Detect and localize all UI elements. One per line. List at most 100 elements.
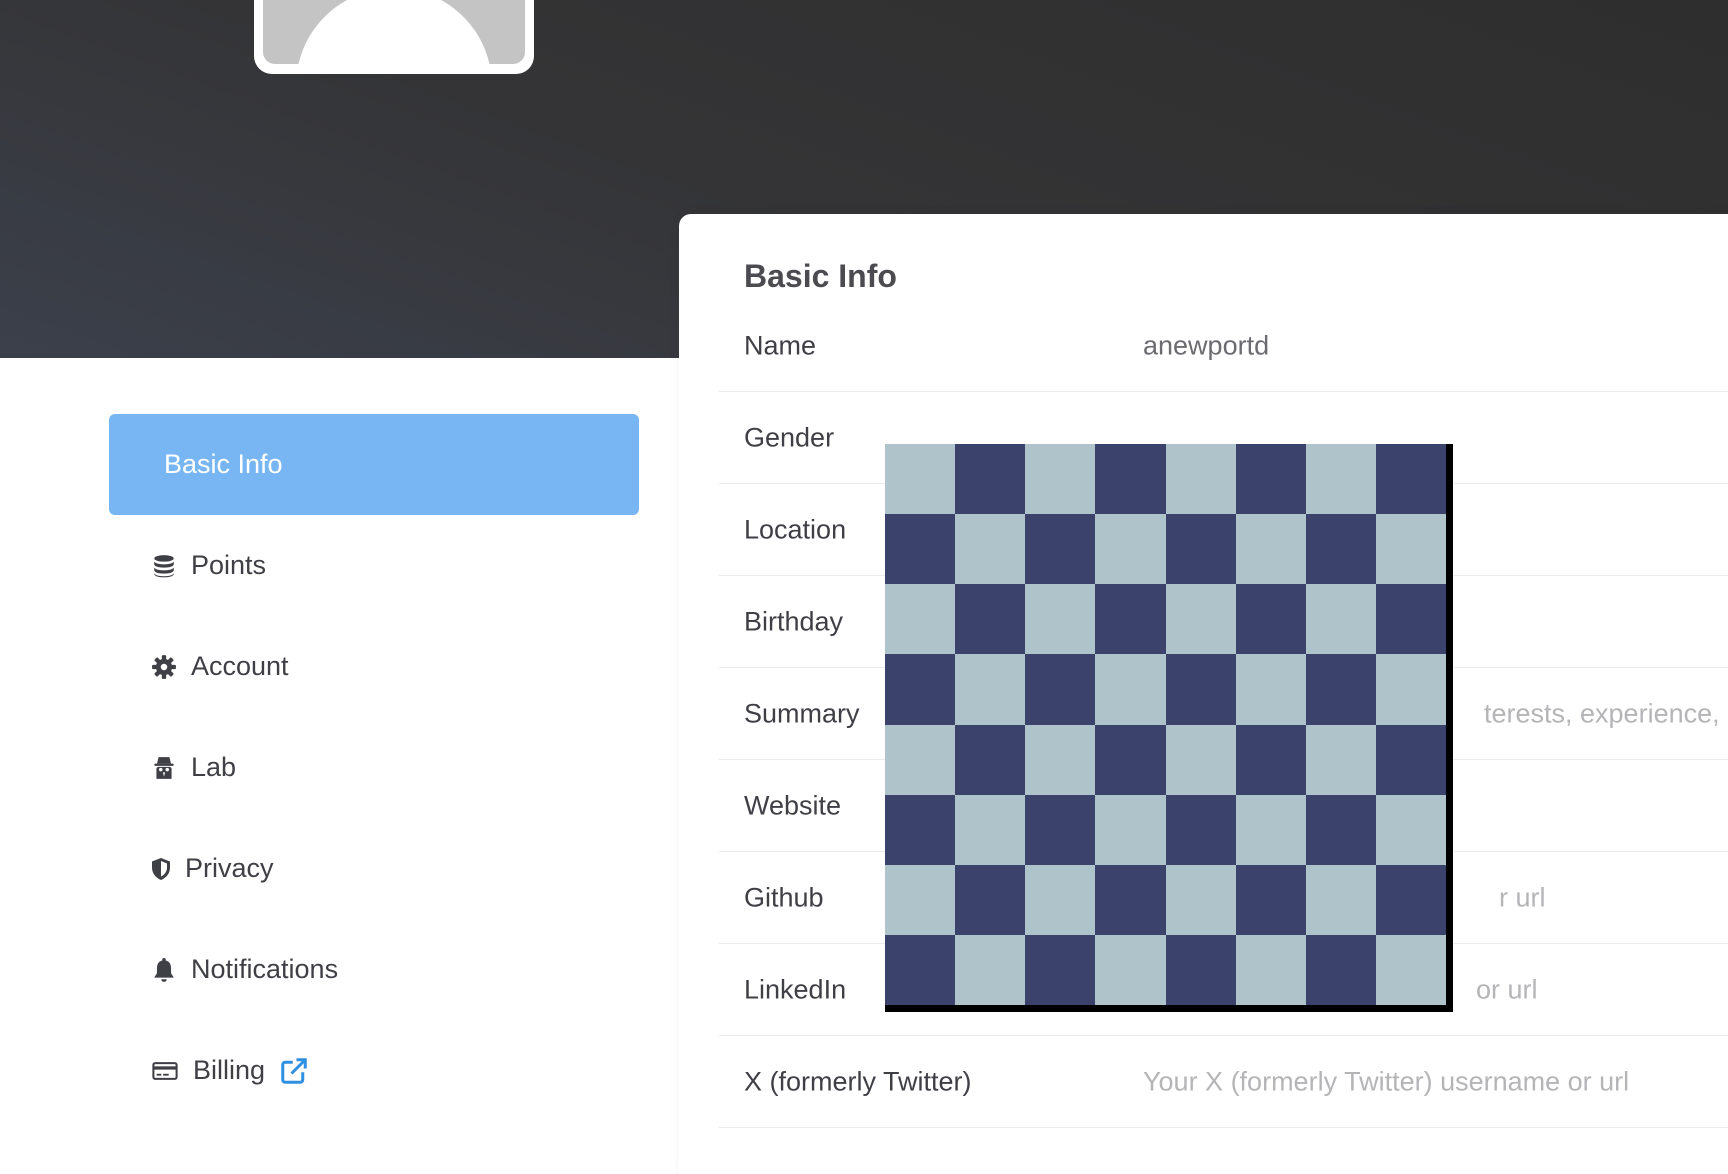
field-label: Name	[744, 330, 817, 360]
field-row-name[interactable]: Name anewportd	[719, 300, 1728, 392]
database-icon	[149, 551, 179, 581]
checker-square	[1305, 514, 1376, 585]
checker-square	[1305, 584, 1376, 655]
sidebar-item-billing[interactable]: Billing	[109, 1020, 639, 1121]
checker-square	[1375, 724, 1446, 795]
checker-square	[1165, 794, 1236, 865]
checker-square	[1305, 654, 1376, 725]
sidebar-item-basic-info[interactable]: Basic Info	[109, 414, 639, 515]
field-label: Gender	[744, 422, 835, 452]
checker-square	[1025, 584, 1096, 655]
checker-square	[1165, 724, 1236, 795]
checker-square	[1305, 794, 1376, 865]
checker-square	[1095, 584, 1166, 655]
sidebar-item-label: Billing	[193, 1055, 266, 1085]
checker-square	[885, 444, 956, 515]
checker-square	[1095, 934, 1166, 1005]
field-placeholder[interactable]: or url	[1476, 974, 1538, 1005]
checker-square	[1235, 584, 1306, 655]
checker-square	[955, 794, 1026, 865]
gear-icon	[149, 652, 179, 682]
sidebar-item-label: Basic Info	[164, 449, 283, 479]
field-placeholder[interactable]: terests, experience, e	[1484, 698, 1728, 729]
checker-square	[1165, 584, 1236, 655]
checker-square	[1095, 514, 1166, 585]
field-value[interactable]: anewportd	[1143, 330, 1269, 361]
field-placeholder[interactable]: Your X (formerly Twitter) username or ur…	[1143, 1066, 1629, 1097]
checker-square	[1375, 444, 1446, 515]
field-label: X (formerly Twitter)	[744, 1066, 972, 1096]
spy-icon	[149, 753, 179, 783]
checker-square	[1235, 444, 1306, 515]
bell-icon	[149, 955, 179, 985]
checker-square	[1025, 934, 1096, 1005]
sidebar-item-lab[interactable]: Lab	[109, 717, 639, 818]
external-link-icon[interactable]	[279, 1056, 309, 1086]
shield-icon	[149, 854, 173, 884]
field-label: Website	[744, 790, 842, 820]
checker-square	[885, 794, 956, 865]
avatar[interactable]	[254, 0, 534, 74]
checker-square	[1095, 654, 1166, 725]
checker-square	[1025, 794, 1096, 865]
checker-square	[1235, 514, 1306, 585]
credit-card-icon	[149, 1056, 181, 1086]
checker-square	[955, 934, 1026, 1005]
sidebar-item-label: Account	[191, 651, 289, 681]
checker-square	[1375, 864, 1446, 935]
checker-square	[1235, 864, 1306, 935]
avatar-silhouette	[296, 0, 492, 64]
field-label: Summary	[744, 698, 860, 728]
field-label: Github	[744, 882, 824, 912]
checker-square	[1165, 864, 1236, 935]
checker-square	[1375, 654, 1446, 725]
checker-square	[1165, 444, 1236, 515]
sidebar-item-label: Points	[191, 550, 267, 580]
sidebar-item-label: Lab	[191, 752, 237, 782]
checker-square	[955, 514, 1026, 585]
sidebar-item-label: Notifications	[191, 954, 339, 984]
checker-square	[955, 584, 1026, 655]
checker-square	[885, 724, 956, 795]
field-label: Location	[744, 514, 847, 544]
checker-square	[1305, 864, 1376, 935]
checker-square	[955, 864, 1026, 935]
checker-square	[1375, 794, 1446, 865]
checker-square	[1095, 864, 1166, 935]
checker-square	[885, 864, 956, 935]
checker-square	[1305, 724, 1376, 795]
checker-square	[1025, 514, 1096, 585]
sidebar-item-label: Privacy	[185, 853, 274, 883]
sidebar-item-points[interactable]: Points	[109, 515, 639, 616]
sidebar-item-notifications[interactable]: Notifications	[109, 919, 639, 1020]
field-label: LinkedIn	[744, 974, 847, 1004]
checker-square	[1375, 584, 1446, 655]
checker-square	[1095, 724, 1166, 795]
checker-square	[1235, 654, 1306, 725]
checker-square	[885, 654, 956, 725]
checker-square	[1235, 724, 1306, 795]
avatar-placeholder	[263, 0, 525, 64]
checker-square	[1025, 864, 1096, 935]
checker-square	[1165, 514, 1236, 585]
checker-square	[1095, 444, 1166, 515]
card-title: Basic Info	[744, 258, 897, 294]
checker-square	[1305, 934, 1376, 1005]
settings-sidebar: Basic Info Points Account Lab Privacy No…	[109, 414, 639, 1121]
checker-square	[885, 584, 956, 655]
field-placeholder[interactable]: r url	[1499, 882, 1546, 913]
checker-square	[955, 724, 1026, 795]
checker-square	[1305, 444, 1376, 515]
checker-square	[1235, 934, 1306, 1005]
checker-square	[1375, 514, 1446, 585]
checker-square	[955, 654, 1026, 725]
checker-square	[955, 444, 1026, 515]
sidebar-item-account[interactable]: Account	[109, 616, 639, 717]
checker-square	[1025, 444, 1096, 515]
field-label: Birthday	[744, 606, 844, 636]
checker-square	[1165, 654, 1236, 725]
field-row-x-twitter[interactable]: X (formerly Twitter) Your X (formerly Tw…	[719, 1036, 1728, 1128]
checker-square	[1165, 934, 1236, 1005]
sidebar-item-privacy[interactable]: Privacy	[109, 818, 639, 919]
checker-square	[1375, 934, 1446, 1005]
